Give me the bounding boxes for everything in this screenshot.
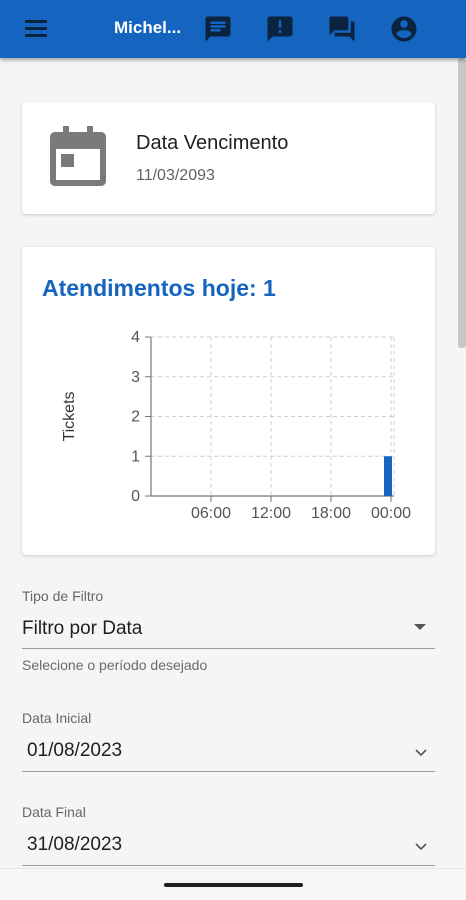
y-tick-label: 2 [131,409,140,426]
filter-type-underline [22,648,435,649]
end-date-label: Data Final [22,804,86,820]
x-tick-label: 18:00 [311,505,351,522]
y-tick-label: 1 [131,448,140,465]
filter-type-label: Tipo de Filtro [22,588,104,604]
due-date-value: 11/03/2093 [136,167,215,184]
y-tick-label: 0 [131,488,140,505]
calendar-icon [50,126,106,186]
end-date-value[interactable]: 31/08/2023 [27,834,122,856]
report-icon[interactable] [265,14,295,44]
filter-type-select[interactable]: Tipo de Filtro Filtro por Data Selecione… [22,588,435,683]
account-circle-icon[interactable] [389,14,419,44]
chart-title: Atendimentos hoje: 1 [42,275,276,301]
start-date-underline [22,771,435,772]
y-tick-label: 4 [131,329,140,346]
system-navigation-bar [0,868,466,900]
dropdown-arrow-icon[interactable] [414,624,426,630]
chevron-down-icon[interactable] [413,838,429,854]
filter-type-helper: Selecione o período desejado [22,657,208,673]
x-tick-label: 00:00 [371,505,411,522]
menu-icon[interactable] [22,17,52,41]
app-title: Michel... [114,18,182,37]
chat-icon[interactable] [203,14,233,44]
app-bar: Michel... [0,0,466,58]
start-date-field[interactable]: Data Inicial 01/08/2023 [22,710,435,772]
start-date-label: Data Inicial [22,710,92,726]
y-axis-title: Tickets [61,391,78,441]
end-date-underline [22,865,435,866]
due-date-label: Data Vencimento [136,132,289,154]
forum-icon[interactable] [327,14,357,44]
home-gesture-handle[interactable] [164,883,303,887]
chevron-down-icon[interactable] [413,744,429,760]
y-tick-label: 3 [131,369,140,386]
chart-bar [384,456,392,496]
filter-type-value[interactable]: Filtro por Data [22,618,142,640]
x-tick-label: 06:00 [191,505,231,522]
scrollbar[interactable] [458,58,466,348]
start-date-value[interactable]: 01/08/2023 [27,740,122,762]
end-date-field[interactable]: Data Final 31/08/2023 [22,804,435,866]
due-date-card: Data Vencimento 11/03/2093 [22,102,435,214]
x-tick-label: 12:00 [251,505,291,522]
tickets-chart-card: 0 1 2 3 4 06:00 12:00 18:00 00:00 Tickets Atendim… [22,247,435,555]
